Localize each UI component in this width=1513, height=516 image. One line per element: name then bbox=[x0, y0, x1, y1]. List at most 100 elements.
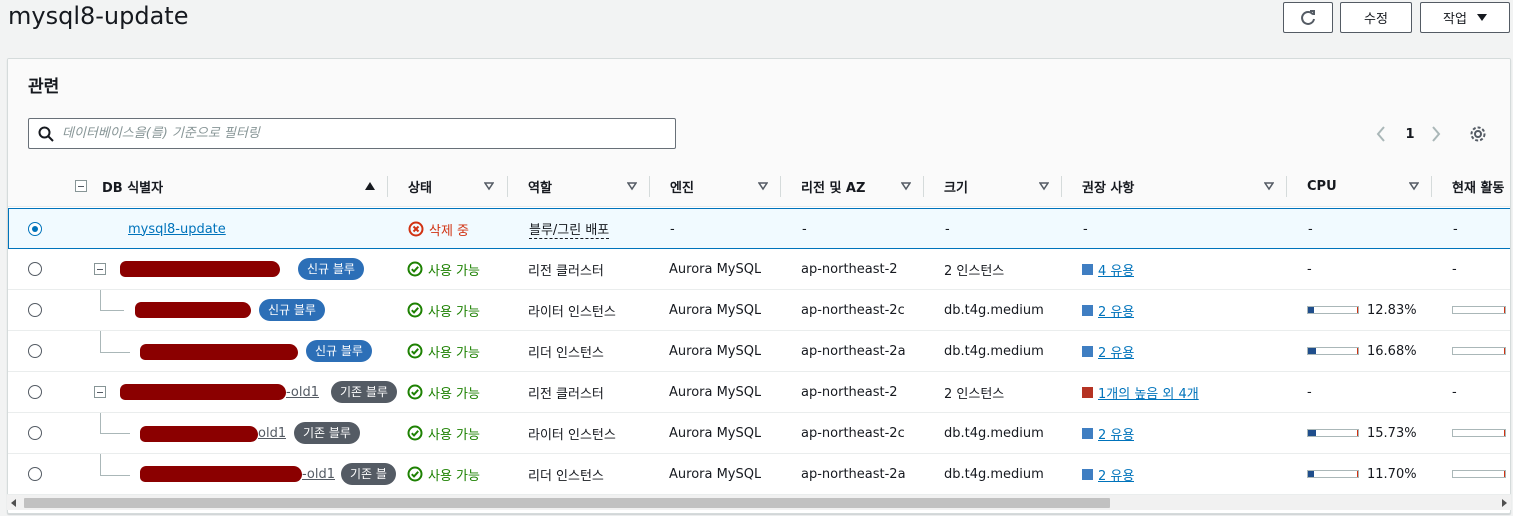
section-title: 관련 bbox=[28, 77, 60, 97]
cpu-value: 16.68% bbox=[1367, 343, 1417, 359]
db-identifier-link[interactable]: -old1 bbox=[286, 385, 319, 400]
column-engine[interactable]: 엔진 bbox=[670, 166, 780, 207]
previous-page-button[interactable] bbox=[1373, 123, 1389, 145]
page-title: mysql8-update bbox=[8, 2, 189, 30]
cpu-value: 15.73% bbox=[1367, 425, 1417, 441]
row-radio[interactable] bbox=[28, 303, 42, 317]
engine-cell: Aurora MySQL bbox=[669, 302, 762, 318]
collapse-cluster-icon[interactable] bbox=[94, 263, 106, 275]
table-row-writer-old[interactable]: old1 기존 블루 사용 가능 라이터 인스턴스 Aurora MySQL a… bbox=[8, 413, 1510, 454]
refresh-icon bbox=[1301, 9, 1315, 25]
table-row-bluegreen[interactable]: mysql8-update 삭제 중 블루/그린 배포 - - - - - - bbox=[8, 208, 1510, 249]
cpu-cell: - bbox=[1307, 261, 1312, 277]
region-cell: ap-northeast-2c bbox=[801, 302, 905, 318]
scrollbar-thumb[interactable] bbox=[24, 498, 1110, 508]
status-available: 사용 가능 bbox=[407, 413, 480, 453]
column-cpu[interactable]: CPU bbox=[1307, 166, 1431, 207]
activity-cell: - bbox=[1453, 221, 1458, 237]
column-db-identifier[interactable]: DB 식별자 bbox=[75, 166, 387, 207]
check-circle-icon bbox=[407, 302, 423, 318]
column-status[interactable]: 상태 bbox=[408, 166, 506, 207]
scroll-right-arrow-icon[interactable] bbox=[1502, 499, 1507, 507]
activity-bar bbox=[1452, 470, 1506, 478]
recommendation-link[interactable]: 1개의 높음 외 4개 bbox=[1098, 383, 1199, 402]
recommendation-link[interactable]: 2 유용 bbox=[1098, 342, 1134, 361]
next-page-button[interactable] bbox=[1428, 123, 1444, 145]
sort-caret-icon bbox=[758, 182, 768, 191]
cpu-bar bbox=[1307, 470, 1359, 478]
status-available: 사용 가능 bbox=[407, 290, 480, 330]
region-cell: ap-northeast-2a bbox=[801, 343, 906, 359]
role-cell: 리전 클러스터 bbox=[528, 386, 604, 402]
role-cell: 리전 클러스터 bbox=[528, 263, 604, 279]
sort-ascending-icon bbox=[365, 182, 375, 190]
sort-caret-icon bbox=[484, 182, 494, 191]
table-row-writer-new[interactable]: 신규 블루 사용 가능 라이터 인스턴스 Aurora MySQL ap-nor… bbox=[8, 290, 1510, 331]
collapse-cluster-icon[interactable] bbox=[94, 386, 106, 398]
sort-caret-icon bbox=[901, 182, 911, 191]
region-cell: ap-northeast-2 bbox=[801, 261, 898, 277]
horizontal-scrollbar[interactable] bbox=[7, 494, 1511, 510]
row-radio[interactable] bbox=[28, 344, 42, 358]
gear-icon bbox=[1470, 126, 1486, 142]
recommendation-link[interactable]: 4 유용 bbox=[1098, 260, 1134, 279]
status-available: 사용 가능 bbox=[407, 372, 480, 412]
cpu-cell: - bbox=[1308, 221, 1313, 237]
row-radio[interactable] bbox=[28, 467, 42, 481]
actions-dropdown-button[interactable]: 작업 bbox=[1420, 2, 1510, 33]
column-current-activity[interactable]: 현재 활동 bbox=[1452, 166, 1510, 207]
filter-search-box[interactable] bbox=[28, 118, 676, 149]
activity-bar bbox=[1452, 347, 1506, 355]
size-cell: 2 인스턴스 bbox=[944, 386, 1005, 402]
table-row-cluster-new[interactable]: 신규 블루 사용 가능 리전 클러스터 Aurora MySQL ap-nort… bbox=[8, 249, 1510, 290]
activity-cell: - bbox=[1452, 261, 1457, 277]
page-number[interactable]: 1 bbox=[1404, 123, 1416, 145]
recommendation-link[interactable]: 2 유용 bbox=[1098, 424, 1134, 443]
status-available: 사용 가능 bbox=[407, 249, 480, 289]
role-cell: 라이터 인스턴스 bbox=[528, 427, 616, 443]
row-radio[interactable] bbox=[28, 262, 42, 276]
refresh-button[interactable] bbox=[1283, 2, 1333, 33]
cpu-cell: - bbox=[1307, 384, 1312, 400]
column-size[interactable]: 크기 bbox=[944, 166, 1061, 207]
role-cell: 라이터 인스턴스 bbox=[528, 304, 616, 320]
role-text[interactable]: 블루/그린 배포 bbox=[529, 219, 610, 239]
column-recommendations[interactable]: 권장 사항 bbox=[1082, 166, 1286, 207]
error-x-icon bbox=[408, 221, 424, 237]
engine-cell: Aurora MySQL bbox=[669, 466, 762, 482]
scroll-left-arrow-icon[interactable] bbox=[11, 499, 16, 507]
old-blue-badge: 기존 블루 bbox=[331, 381, 397, 403]
activity-bar bbox=[1452, 429, 1506, 437]
db-identifier-link[interactable]: mysql8-update bbox=[128, 222, 226, 237]
activity-cell: - bbox=[1452, 384, 1457, 400]
recommendation-square-icon bbox=[1082, 468, 1093, 480]
table-row-reader-old[interactable]: -old1 기존 블 사용 가능 리더 인스턴스 Aurora MySQL ap… bbox=[8, 454, 1510, 495]
row-radio[interactable] bbox=[28, 385, 42, 399]
recommendation-link[interactable]: 2 유용 bbox=[1098, 465, 1134, 484]
caret-down-icon bbox=[1476, 13, 1487, 21]
column-role[interactable]: 역할 bbox=[528, 166, 649, 207]
row-radio-selected[interactable] bbox=[28, 222, 42, 236]
sort-caret-icon bbox=[1409, 182, 1419, 191]
size-cell: db.t4g.medium bbox=[944, 343, 1044, 359]
region-cell: - bbox=[802, 221, 807, 237]
size-cell: db.t4g.medium bbox=[944, 466, 1044, 482]
cpu-bar bbox=[1307, 429, 1359, 437]
edit-button[interactable]: 수정 bbox=[1340, 2, 1412, 33]
region-cell: ap-northeast-2c bbox=[801, 425, 905, 441]
new-blue-badge: 신규 블루 bbox=[259, 299, 325, 321]
recommendation-link[interactable]: 2 유용 bbox=[1098, 301, 1134, 320]
status-available: 사용 가능 bbox=[407, 331, 480, 371]
row-radio[interactable] bbox=[28, 426, 42, 440]
recommendation-square-icon bbox=[1082, 263, 1093, 275]
db-identifier-link[interactable]: old1 bbox=[258, 426, 286, 441]
table-settings-button[interactable] bbox=[1468, 123, 1488, 145]
table-row-reader-new[interactable]: 신규 블루 사용 가능 리더 인스턴스 Aurora MySQL ap-nort… bbox=[8, 331, 1510, 372]
size-cell: 2 인스턴스 bbox=[944, 263, 1005, 279]
collapse-all-icon[interactable] bbox=[75, 180, 87, 192]
column-region-az[interactable]: 리전 및 AZ bbox=[801, 166, 923, 207]
filter-input[interactable] bbox=[62, 126, 652, 141]
recommendation-high-square-icon bbox=[1082, 386, 1093, 398]
db-identifier-link[interactable]: -old1 bbox=[302, 467, 335, 482]
table-row-cluster-old[interactable]: -old1 기존 블루 사용 가능 리전 클러스터 Aurora MySQL a… bbox=[8, 372, 1510, 413]
